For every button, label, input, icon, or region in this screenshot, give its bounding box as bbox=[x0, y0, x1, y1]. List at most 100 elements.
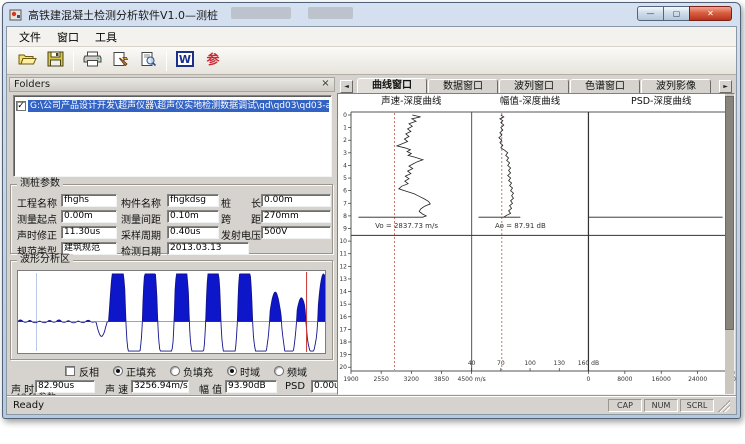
vertical-scrollbar[interactable] bbox=[725, 94, 734, 394]
readout-label-1: 声 速 bbox=[105, 381, 128, 396]
svg-text:0: 0 bbox=[343, 112, 347, 119]
close-button[interactable]: ✕ bbox=[689, 6, 732, 21]
folder-list-item[interactable]: ✓G:\公司产品设计开发\超声仪器\超声仪实地检测数据调试\qd\qd03\qd… bbox=[16, 99, 329, 112]
scrollbar-thumb[interactable] bbox=[725, 96, 734, 330]
param-field-test-date[interactable]: 2013.03.13 bbox=[167, 242, 249, 255]
minimize-button[interactable]: — bbox=[637, 6, 664, 21]
tab-scroll-left[interactable]: ◄ bbox=[340, 80, 353, 93]
fill-radio-1[interactable] bbox=[170, 366, 180, 376]
tab-curve-window[interactable]: 曲线窗口 bbox=[357, 78, 427, 94]
word-icon: W bbox=[176, 51, 194, 71]
svg-text:3200: 3200 bbox=[404, 376, 419, 383]
svg-text:幅值-深度曲线: 幅值-深度曲线 bbox=[500, 95, 561, 107]
domain-radio-label-1: 频域 bbox=[287, 364, 307, 379]
param-label-project-name: 工程名称 bbox=[17, 195, 57, 210]
pile-parameters-legend: 测桩参数 bbox=[17, 178, 63, 190]
param-field-transmit-voltage[interactable]: 500V bbox=[261, 226, 331, 239]
resize-grip[interactable] bbox=[718, 400, 730, 412]
svg-text:3850: 3850 bbox=[434, 376, 449, 383]
param-field-sound-time-correction[interactable]: 11.30us bbox=[61, 226, 117, 239]
menu-item-1[interactable]: 窗口 bbox=[49, 27, 87, 47]
fill-radio-group-0: 正填充 bbox=[113, 364, 156, 379]
invert-label: 反相 bbox=[79, 364, 99, 379]
fill-radio-label-0: 正填充 bbox=[126, 364, 156, 379]
fill-radio-0[interactable] bbox=[113, 366, 123, 376]
background-window-artifact bbox=[308, 7, 353, 19]
amplitude-field[interactable]: 93.90dB bbox=[225, 380, 277, 393]
svg-text:14: 14 bbox=[339, 289, 347, 296]
param-field-sample-period[interactable]: 0.40us bbox=[167, 226, 219, 239]
folders-list[interactable]: ✓G:\公司产品设计开发\超声仪器\超声仪实地检测数据调试\qd\qd03\qd… bbox=[13, 95, 332, 177]
folder-path-label: G:\公司产品设计开发\超声仪器\超声仪实地检测数据调试\qd\qd03\qd0… bbox=[28, 100, 329, 112]
domain-radio-group-1: 频域 bbox=[274, 364, 307, 379]
svg-text:13: 13 bbox=[339, 276, 347, 283]
window-title: 高铁建混凝土检测分析软件V1.0—测桩 bbox=[28, 7, 218, 23]
close-icon[interactable]: × bbox=[320, 78, 331, 89]
domain-radio-0[interactable] bbox=[227, 366, 237, 376]
folders-panel-header[interactable]: Folders × bbox=[9, 77, 335, 92]
svg-text:1: 1 bbox=[343, 125, 347, 132]
keyboard-indicators: CAPNUMSCRL bbox=[606, 399, 714, 412]
sound-velocity-field[interactable]: 3256.94m/s bbox=[131, 380, 189, 393]
print-setup-button[interactable] bbox=[107, 49, 133, 73]
tab-wavetrain-window[interactable]: 波列窗口 bbox=[499, 79, 569, 94]
tab-scroll-right[interactable]: ► bbox=[719, 80, 732, 93]
checkbox-icon[interactable]: ✓ bbox=[16, 101, 26, 111]
svg-text:声速-深度曲线: 声速-深度曲线 bbox=[381, 95, 442, 107]
folders-panel: Folders × ✓G:\公司产品设计开发\超声仪器\超声仪实地检测数据调试\… bbox=[7, 76, 337, 396]
svg-text:12: 12 bbox=[339, 263, 347, 270]
param-field-measure-start[interactable]: 0.00m bbox=[61, 210, 117, 223]
fill-radio-group-1: 负填充 bbox=[170, 364, 213, 379]
param-field-component-name[interactable]: fhgkdsg bbox=[167, 194, 219, 207]
domain-radio-label-0: 时域 bbox=[240, 364, 260, 379]
open-file-button[interactable] bbox=[14, 49, 40, 73]
waveform-display[interactable] bbox=[17, 270, 326, 354]
svg-text:7: 7 bbox=[343, 200, 347, 207]
app-window: 高铁建混凝土检测分析软件V1.0—测桩 —▢✕ 文件窗口工具 W参 Folder… bbox=[2, 2, 741, 419]
domain-radio-1[interactable] bbox=[274, 366, 284, 376]
param-label-span-distance: 跨 距 bbox=[221, 211, 261, 226]
tab-wavetrain-image[interactable]: 波列影像 bbox=[641, 79, 711, 94]
title-bar[interactable]: 高铁建混凝土检测分析软件V1.0—测桩 —▢✕ bbox=[3, 3, 740, 26]
domain-radio-group-0: 时域 bbox=[227, 364, 260, 379]
svg-text:0: 0 bbox=[587, 376, 591, 383]
svg-text:5: 5 bbox=[343, 175, 347, 182]
readout-label-2: 幅 值 bbox=[199, 381, 222, 396]
maximize-button[interactable]: ▢ bbox=[663, 6, 690, 21]
param-field-span-distance[interactable]: 270mm bbox=[261, 210, 331, 223]
invert-checkbox[interactable] bbox=[65, 366, 75, 376]
param-label-sound-time-correction: 声时修正 bbox=[17, 227, 57, 242]
app-icon bbox=[9, 8, 23, 22]
waveform-analysis-legend: 波形分析区 bbox=[17, 254, 73, 266]
param-field-measure-interval[interactable]: 0.10m bbox=[167, 210, 219, 223]
parameters-icon: 参 bbox=[204, 51, 222, 71]
menu-bar: 文件窗口工具 bbox=[7, 27, 736, 47]
svg-text:11: 11 bbox=[339, 251, 347, 258]
param-field-pile-length[interactable]: 0.00m bbox=[261, 194, 331, 207]
param-field-project-name[interactable]: fhghs bbox=[61, 194, 117, 207]
parameters-button[interactable]: 参 bbox=[200, 49, 226, 73]
save-button[interactable] bbox=[42, 49, 68, 73]
indicator-num: NUM bbox=[644, 399, 678, 412]
svg-text:40: 40 bbox=[468, 360, 476, 367]
print-button[interactable] bbox=[79, 49, 105, 73]
print-preview-button[interactable] bbox=[135, 49, 161, 73]
svg-text:17: 17 bbox=[339, 326, 347, 333]
param-label-pile-length: 桩 长 bbox=[221, 195, 261, 210]
svg-text:16000: 16000 bbox=[652, 376, 671, 383]
menu-item-2[interactable]: 工具 bbox=[87, 27, 125, 47]
menu-item-0[interactable]: 文件 bbox=[11, 27, 49, 47]
svg-text:19: 19 bbox=[339, 352, 347, 359]
curve-window-panel: ◄曲线窗口数据窗口波列窗口色谱窗口波列影像► 01234567891011121… bbox=[337, 76, 735, 396]
tab-bar: ◄ 曲线窗口数据窗口波列窗口色谱窗口波列影像 ► bbox=[337, 78, 735, 94]
display-options-row: 反相 正填充负填充 时域 频域 bbox=[7, 364, 337, 378]
readout-label-3: PSD bbox=[285, 381, 305, 392]
status-bar: Ready CAPNUMSCRL bbox=[7, 396, 736, 414]
tab-spectrum-window[interactable]: 色谱窗口 bbox=[570, 79, 640, 94]
folders-panel-title: Folders bbox=[14, 79, 50, 90]
content-area: Folders × ✓G:\公司产品设计开发\超声仪器\超声仪实地检测数据调试\… bbox=[7, 76, 736, 396]
tab-data-window[interactable]: 数据窗口 bbox=[428, 79, 498, 94]
word-export-button[interactable]: W bbox=[172, 49, 198, 73]
svg-text:20: 20 bbox=[339, 364, 347, 371]
param-label-transmit-voltage: 发射电压 bbox=[221, 227, 261, 242]
